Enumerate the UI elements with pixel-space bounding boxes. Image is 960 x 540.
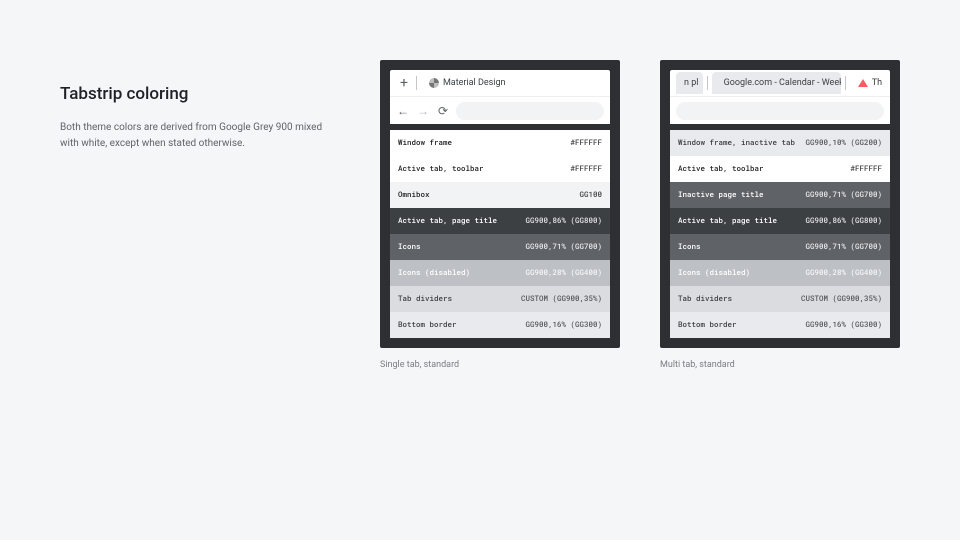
row-value: GG900,16% (GG300) bbox=[805, 320, 882, 330]
table-row: Tab dividers CUSTOM (GG900,35%) bbox=[390, 286, 610, 312]
row-label: Active tab, page title bbox=[678, 216, 777, 226]
table-row: Active tab, page title GG900,86% (GG800) bbox=[390, 208, 610, 234]
active-tab[interactable]: Th bbox=[850, 72, 884, 94]
tab-title: n pl bbox=[684, 78, 698, 88]
inactive-tab[interactable]: n pl bbox=[676, 72, 703, 94]
tab-divider bbox=[416, 76, 417, 90]
row-label: Tab dividers bbox=[678, 294, 732, 304]
forward-icon[interactable]: → bbox=[416, 104, 430, 118]
row-value: GG900,71% (GG700) bbox=[525, 242, 602, 252]
material-icon bbox=[429, 78, 439, 88]
row-value: #FFFFFF bbox=[850, 164, 882, 174]
table-row: Active tab, page title GG900,86% (GG800) bbox=[670, 208, 890, 234]
toolbar: ← → ⟳ bbox=[390, 96, 610, 124]
tab-divider bbox=[845, 76, 846, 90]
chrome-head: n pl Google.com - Calendar - Week of J Th bbox=[670, 70, 890, 124]
row-label: Tab dividers bbox=[398, 294, 452, 304]
table-row: Bottom border GG900,16% (GG300) bbox=[390, 312, 610, 338]
table-row: Icons GG900,71% (GG700) bbox=[390, 234, 610, 260]
row-label: Window frame, inactive tab bbox=[678, 138, 795, 148]
tab-title: Google.com - Calendar - Week of J bbox=[724, 78, 842, 88]
back-icon[interactable]: ← bbox=[396, 104, 410, 118]
toolbar bbox=[670, 96, 890, 124]
row-value: GG900,28% (GG400) bbox=[525, 268, 602, 278]
tab-divider bbox=[707, 76, 708, 90]
row-label: Icons (disabled) bbox=[678, 268, 750, 278]
inactive-tab[interactable]: Google.com - Calendar - Week of J bbox=[712, 72, 842, 94]
table-row: Icons (disabled) GG900,28% (GG400) bbox=[670, 260, 890, 286]
row-value: GG900,10% (GG200) bbox=[805, 138, 882, 148]
row-label: Active tab, page title bbox=[398, 216, 497, 226]
active-tab[interactable]: Material Design bbox=[421, 72, 514, 94]
row-value: GG900,86% (GG800) bbox=[525, 216, 602, 226]
table-row: Inactive page title GG900,71% (GG700) bbox=[670, 182, 890, 208]
row-label: Icons bbox=[398, 242, 421, 252]
omnibox[interactable] bbox=[676, 102, 884, 120]
row-label: Inactive page title bbox=[678, 190, 764, 200]
row-label: Active tab, toolbar bbox=[398, 164, 484, 174]
reload-icon[interactable]: ⟳ bbox=[436, 104, 450, 118]
browser-frame: +Material Design←→⟳Window frame#FFFFFFAc… bbox=[380, 60, 620, 348]
browser-frame: n pl Google.com - Calendar - Week of J Th W… bbox=[660, 60, 900, 348]
text-column: Tabstrip coloring Both theme colors are … bbox=[60, 60, 340, 370]
row-value: GG900,86% (GG800) bbox=[805, 216, 882, 226]
chrome-head: + Material Design ← → ⟳ bbox=[390, 70, 610, 124]
row-label: Icons bbox=[678, 242, 701, 252]
row-label: Icons (disabled) bbox=[398, 268, 470, 278]
example-caption: Multi tab, standard bbox=[660, 360, 900, 370]
airbnb-icon bbox=[858, 79, 868, 87]
color-table: Window frame, inactive tab GG900,10% (GG2… bbox=[670, 130, 890, 338]
example-1: n pl Google.com - Calendar - Week of J Th W… bbox=[660, 60, 900, 370]
table-row: Window frame #FFFFFF bbox=[390, 130, 610, 156]
page-description: Both theme colors are derived from Googl… bbox=[60, 120, 340, 151]
row-label: Active tab, toolbar bbox=[678, 164, 764, 174]
table-row: Active tab, toolbar #FFFFFF bbox=[390, 156, 610, 182]
row-value: GG900,71% (GG700) bbox=[805, 190, 882, 200]
example-0: +Material Design←→⟳Window frame#FFFFFFAc… bbox=[380, 60, 620, 370]
row-label: Bottom border bbox=[678, 320, 737, 330]
page-title: Tabstrip coloring bbox=[60, 84, 340, 104]
table-row: Tab dividers CUSTOM (GG900,35%) bbox=[670, 286, 890, 312]
table-row: Window frame, inactive tab GG900,10% (GG2… bbox=[670, 130, 890, 156]
omnibox[interactable] bbox=[456, 102, 604, 120]
row-value: #FFFFFF bbox=[570, 138, 602, 148]
row-value: GG900,28% (GG400) bbox=[805, 268, 882, 278]
example-caption: Single tab, standard bbox=[380, 360, 620, 370]
row-value: #FFFFFF bbox=[570, 164, 602, 174]
table-row: Bottom border GG900,16% (GG300) bbox=[670, 312, 890, 338]
table-row: Icons (disabled) GG900,28% (GG400) bbox=[390, 260, 610, 286]
tab-title: Th bbox=[872, 78, 882, 88]
row-value: CUSTOM (GG900,35%) bbox=[801, 294, 882, 304]
new-tab-button[interactable]: + bbox=[396, 75, 412, 91]
row-label: Omnibox bbox=[398, 190, 430, 200]
tabstrip: n pl Google.com - Calendar - Week of J Th bbox=[670, 70, 890, 96]
row-value: GG100 bbox=[579, 190, 602, 200]
table-row: Active tab, toolbar #FFFFFF bbox=[670, 156, 890, 182]
table-row: Icons GG900,71% (GG700) bbox=[670, 234, 890, 260]
row-value: GG900,16% (GG300) bbox=[525, 320, 602, 330]
table-row: Omnibox GG100 bbox=[390, 182, 610, 208]
row-label: Window frame bbox=[398, 138, 452, 148]
tabstrip: + Material Design bbox=[390, 70, 610, 96]
tab-title: Material Design bbox=[443, 78, 506, 88]
row-label: Bottom border bbox=[398, 320, 457, 330]
row-value: CUSTOM (GG900,35%) bbox=[521, 294, 602, 304]
row-value: GG900,71% (GG700) bbox=[805, 242, 882, 252]
color-table: Window frame #FFFFFF Active tab, toolbar #F… bbox=[390, 130, 610, 338]
